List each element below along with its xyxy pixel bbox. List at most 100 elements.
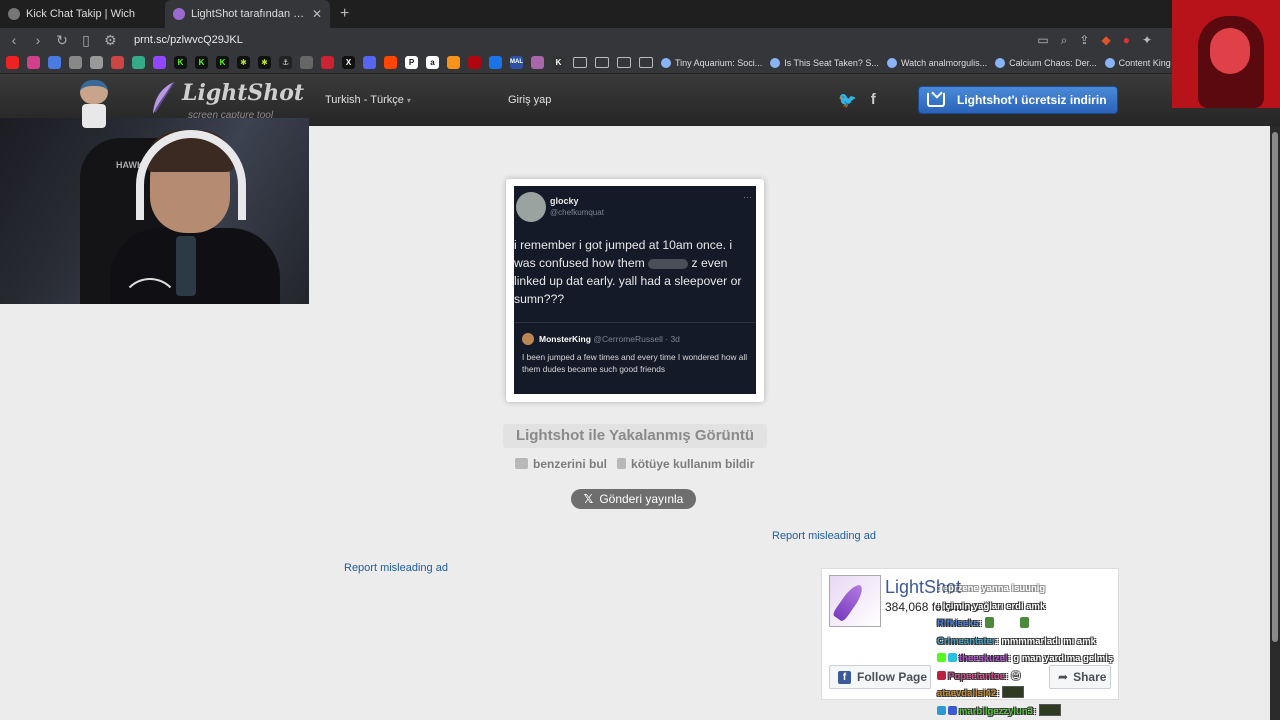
post-on-x-button[interactable]: 𝕏 Gönderi yayınla (571, 489, 696, 509)
bookmark-icon[interactable]: ▯ (80, 32, 92, 49)
capture-actions: benzerini bul kötüye kullanım bildir (515, 457, 754, 471)
new-tab-icon[interactable]: + (340, 5, 349, 23)
chevron-down-icon: ▾ (406, 96, 411, 105)
follow-page-button[interactable]: f Follow Page (829, 665, 931, 689)
chat-message: Crimeantater: mmmmarladı mı amk (937, 635, 1096, 647)
tab-lightshot[interactable]: LightShot tarafından Ekran Görü ✕ (165, 0, 330, 28)
quote-author: MonsterKing @CerromeRussell · 3d (539, 334, 680, 344)
site-info-icon[interactable]: ⚙ (104, 32, 117, 49)
brave-shield-icon[interactable]: ◆ (1101, 33, 1110, 47)
feather-icon (173, 8, 185, 20)
x-icon: 𝕏 (583, 492, 594, 506)
twitch-icon[interactable] (153, 56, 166, 69)
login-link[interactable]: Giriş yap (508, 94, 551, 106)
youtube-icon[interactable] (6, 56, 19, 69)
tweet-author: glocky (550, 196, 579, 206)
quote-text: I been jumped a few times and every time… (522, 352, 748, 374)
camera-icon (515, 458, 528, 469)
sticker-head (80, 80, 108, 104)
social-links: 🐦 f (838, 91, 876, 109)
report-ad-link[interactable]: Report misleading ad (344, 562, 448, 574)
extension-icon[interactable]: ● (1123, 33, 1130, 47)
url-field[interactable]: prnt.sc/pzlwvcQ29JKL (134, 34, 243, 46)
bookmark-item[interactable]: Watch analmorgulis... (886, 57, 987, 68)
download-label: Lightshot'ı ücretsiz indirin (957, 93, 1107, 107)
emote-icon (1038, 703, 1061, 716)
scrollbar[interactable] (1270, 126, 1280, 720)
folder-icon[interactable] (595, 57, 609, 68)
kick-icon[interactable]: K (216, 56, 229, 69)
sparkle-icon[interactable]: ✱ (258, 56, 271, 69)
webcam-overlay: HAWK (0, 118, 309, 304)
language-selector[interactable]: Turkish - Türkçe ▾ (325, 94, 411, 106)
twitter-icon[interactable]: 🐦 (838, 91, 857, 109)
screenshot-image[interactable]: glocky @chefkumquat ··· i remember i got… (506, 179, 764, 402)
amazon-icon[interactable]: a (426, 56, 439, 69)
download-button[interactable]: Lightshot'ı ücretsiz indirin (918, 86, 1118, 114)
bookmark-item[interactable]: Tiny Aquarium: Soci... (661, 57, 762, 68)
report-ad-link[interactable]: Report misleading ad (772, 530, 876, 542)
netflix-icon[interactable] (468, 56, 481, 69)
stream-chat-overlay: : eprzene yanna isuunig : içimin yağları… (937, 580, 1127, 720)
kick-icon[interactable]: K (174, 56, 187, 69)
scrollbar-thumb[interactable] (1272, 132, 1278, 642)
extensions-puzzle-icon[interactable]: ✦ (1142, 33, 1152, 47)
bookmark-icon[interactable] (48, 56, 61, 69)
kick-badge-icon (937, 653, 946, 662)
mal-icon[interactable]: MAL (510, 56, 523, 69)
chat-message: : eprzene yanna isuunig (937, 583, 1046, 594)
site-icon (886, 57, 897, 68)
instagram-icon[interactable] (27, 56, 40, 69)
globe-icon[interactable] (531, 56, 544, 69)
bitcoin-icon[interactable] (447, 56, 460, 69)
censored-word (648, 258, 689, 269)
share-icon[interactable]: ⇪ (1079, 33, 1089, 47)
zoom-icon[interactable]: ⌕ (1061, 33, 1068, 48)
reddit-icon[interactable] (384, 56, 397, 69)
tiktok-icon[interactable] (321, 56, 334, 69)
bookmark-item[interactable]: Calcium Chaos: Der... (995, 57, 1097, 68)
anchor-icon[interactable]: ⚓ (279, 56, 292, 69)
globe-icon[interactable] (300, 56, 313, 69)
discord-icon[interactable] (363, 56, 376, 69)
folder-icon[interactable] (573, 57, 587, 68)
folder-icon[interactable] (617, 57, 631, 68)
folder-icon[interactable] (639, 57, 653, 68)
gmail-icon[interactable] (111, 56, 124, 69)
chat-message: Rifkiseks: (937, 615, 1127, 633)
page-avatar[interactable] (829, 575, 881, 627)
cast-icon[interactable]: ▭ (1037, 33, 1048, 47)
kick-icon[interactable]: K (195, 56, 208, 69)
sparkle-icon[interactable]: ✱ (237, 56, 250, 69)
bookmark-item[interactable]: Is This Seat Taken? S... (770, 57, 879, 68)
back-icon[interactable]: ‹ (8, 32, 20, 48)
report-abuse-link[interactable]: kötüye kullanım bildir (617, 457, 754, 471)
emote-icon (1001, 686, 1024, 698)
drive-icon[interactable] (132, 56, 145, 69)
reload-icon[interactable]: ↻ (56, 32, 68, 49)
x-icon[interactable]: X (342, 56, 355, 69)
close-icon[interactable]: ✕ (312, 7, 322, 21)
chat-message: marbilgezzylun3: (937, 703, 1127, 720)
emote-icon (984, 617, 994, 628)
language-label: Turkish - Türkçe (325, 94, 404, 106)
globe-icon[interactable] (90, 56, 103, 69)
tab-title: LightShot tarafından Ekran Görü (191, 8, 306, 20)
facebook-icon[interactable]: f (871, 91, 876, 109)
capture-title: Lightshot ile Yakalanmış Görüntü (503, 424, 767, 448)
play-icon[interactable] (489, 56, 502, 69)
app-icon[interactable]: K (552, 56, 565, 69)
avatar (522, 333, 534, 345)
tab-kick-chat[interactable]: Kick Chat Takip | Wich (0, 0, 165, 28)
patreon-icon[interactable]: P (405, 56, 418, 69)
forward-icon[interactable]: › (32, 32, 44, 48)
portrait-face (1210, 28, 1250, 74)
microphone-icon (176, 236, 196, 296)
globe-icon (8, 8, 20, 20)
follow-label: Follow Page (857, 670, 928, 684)
find-similar-link[interactable]: benzerini bul (515, 457, 607, 471)
steam-icon (661, 57, 671, 68)
chat-message: : içimin yağları erdi amk (937, 600, 1046, 612)
lightshot-logo[interactable]: LightShot screen capture tool (150, 80, 304, 121)
globe-icon[interactable] (69, 56, 82, 69)
